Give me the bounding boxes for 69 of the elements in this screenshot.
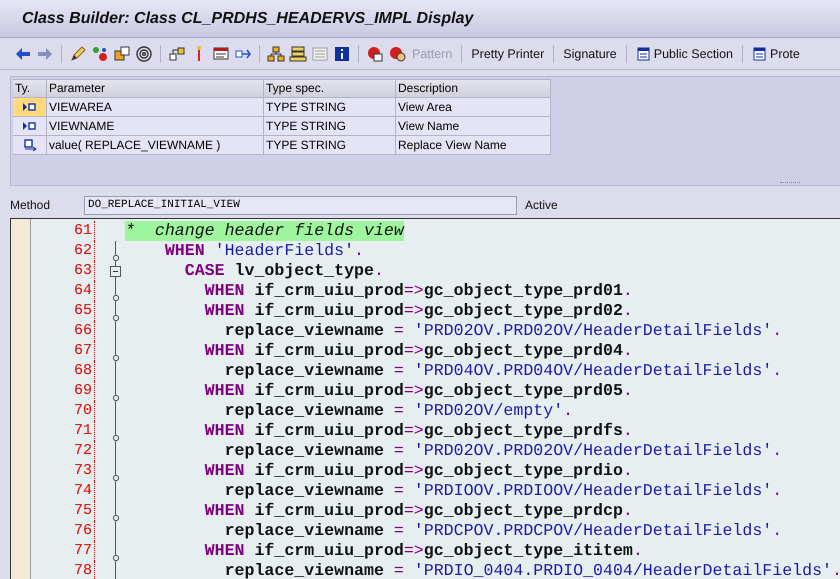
- code-line: WHEN if_crm_uiu_prod=>gc_object_type_prdio.: [204, 461, 633, 481]
- toolbar-button[interactable]: Public Section: [634, 46, 735, 61]
- line-number: 73: [31, 461, 95, 481]
- table-cell: View Area: [396, 98, 551, 117]
- hierarchy-icon[interactable]: [267, 44, 285, 62]
- line-number: 68: [31, 361, 95, 381]
- table-cell: VIEWAREA: [47, 98, 264, 117]
- code-line: replace_viewname = 'PRDCPOV.PRDCPOV/HeaderDetailFields'.: [224, 521, 782, 541]
- importing-parameter-icon: [20, 101, 38, 113]
- line-number: 70: [31, 401, 95, 421]
- table-cell: Replace View Name: [396, 136, 551, 155]
- line-number: 64: [31, 281, 95, 301]
- line-number: 61: [31, 221, 95, 241]
- type-cell[interactable]: [13, 136, 47, 155]
- window-icon[interactable]: [212, 44, 230, 62]
- info-icon[interactable]: [333, 44, 351, 62]
- status-text: Active: [525, 198, 558, 212]
- code-line: replace_viewname = 'PRDIO_0404.PRDIO_0404/HeaderDetailFields'.: [224, 561, 840, 579]
- line-number: 77: [31, 541, 95, 561]
- code-line: WHEN if_crm_uiu_prod=>gc_object_type_ititem.: [204, 541, 643, 561]
- column-header: Type spec.: [264, 79, 396, 98]
- line-number: 72: [31, 441, 95, 461]
- type-cell[interactable]: [13, 98, 47, 117]
- code-line: replace_viewname = 'PRDIOOV.PRDIOOV/HeaderDetailFields'.: [224, 481, 782, 501]
- table-cell: View Name: [396, 117, 551, 136]
- type-cell[interactable]: [13, 117, 47, 136]
- code-line: replace_viewname = 'PRD02OV.PRD02OV/HeaderDetailFields'.: [224, 321, 782, 341]
- importing-parameter-icon: [20, 120, 38, 132]
- line-number: 63: [31, 261, 95, 281]
- code-line: WHEN if_crm_uiu_prod=>gc_object_type_prd05.: [204, 381, 633, 401]
- method-label: Method: [10, 198, 52, 212]
- code-line: replace_viewname = 'PRD02OV.PRD02OV/HeaderDetailFields'.: [224, 441, 782, 461]
- toolbar-button[interactable]: Signature: [561, 46, 619, 60]
- method-field[interactable]: DO_REPLACE_INITIAL_VIEW: [84, 196, 517, 214]
- table-cell: value( REPLACE_VIEWNAME ): [47, 136, 264, 155]
- toolbar-button[interactable]: Prote: [750, 46, 802, 61]
- code-line: replace_viewname = 'PRD02OV/empty'.: [224, 401, 574, 421]
- pencil-icon[interactable]: [69, 44, 87, 62]
- line-number: 76: [31, 521, 95, 541]
- column-header: Ty.: [13, 79, 47, 98]
- table-cell: TYPE STRING: [264, 98, 396, 117]
- column-header: Parameter: [47, 79, 264, 98]
- line-number: 78: [31, 561, 95, 579]
- line-number: 71: [31, 421, 95, 441]
- document-icon: [636, 46, 651, 61]
- toolbar-button[interactable]: Pretty Printer: [469, 46, 546, 60]
- table-cell: VIEWNAME: [47, 117, 264, 136]
- code-line: CASE lv_object_type.: [184, 261, 384, 281]
- code-line: WHEN if_crm_uiu_prod=>gc_object_type_prd01.: [204, 281, 633, 301]
- line-number: 62: [31, 241, 95, 261]
- line-number: 67: [31, 341, 95, 361]
- table-cell: TYPE STRING: [264, 117, 396, 136]
- code-line: WHEN 'HeaderFields'.: [164, 241, 364, 261]
- document-icon: [752, 46, 767, 61]
- line-number: 69: [31, 381, 95, 401]
- code-line: WHEN if_crm_uiu_prod=>gc_object_type_prdfs.: [204, 421, 633, 441]
- collapse-icon[interactable]: [110, 266, 121, 277]
- code-line: WHEN if_crm_uiu_prod=>gc_object_type_prd04.: [204, 341, 633, 361]
- line-number: 65: [31, 301, 95, 321]
- code-line: WHEN if_crm_uiu_prod=>gc_object_type_prdcp.: [204, 501, 633, 521]
- window-title: Class Builder: Class CL_PRDHS_HEADERVS_IMPL Display: [22, 10, 474, 28]
- code-line: replace_viewname = 'PRD04OV.PRD04OV/HeaderDetailFields'.: [224, 361, 782, 381]
- code-line: WHEN if_crm_uiu_prod=>gc_object_type_prd02.: [204, 301, 633, 321]
- line-number: 74: [31, 481, 95, 501]
- stack-icon[interactable]: [289, 44, 307, 62]
- column-header: Description: [396, 79, 551, 98]
- line-number: 66: [31, 321, 95, 341]
- line-number: 75: [31, 501, 95, 521]
- table-cell: TYPE STRING: [264, 136, 396, 155]
